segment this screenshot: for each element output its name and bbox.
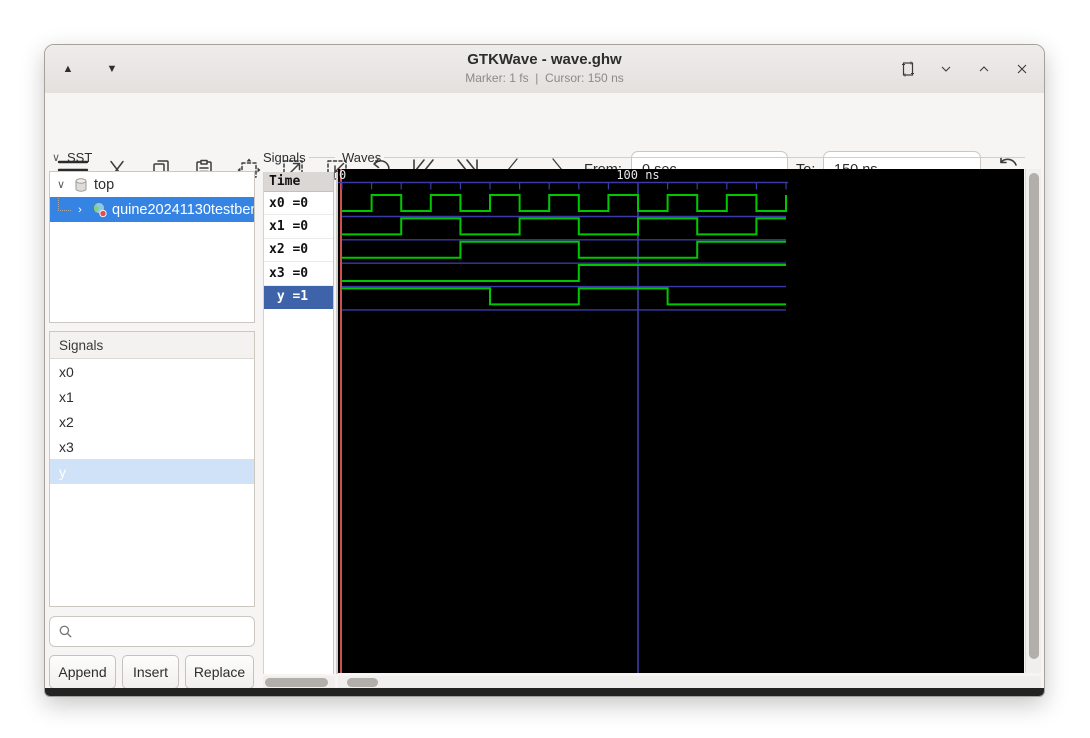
- insert-button[interactable]: Insert: [122, 655, 179, 689]
- time-header[interactable]: Time: [264, 172, 333, 192]
- values-panel-legend: Signals: [263, 150, 335, 165]
- signal-value-row[interactable]: y =1: [264, 285, 333, 309]
- marker-cursor-status: Marker: 1 fs | Cursor: 150 ns: [465, 71, 624, 85]
- sst-section-header[interactable]: ∨ SST: [49, 150, 92, 165]
- signal-value-row[interactable]: x3 =0: [264, 262, 333, 286]
- signals-list-header[interactable]: Signals: [50, 332, 254, 359]
- scrollbar-thumb[interactable]: [1029, 173, 1039, 659]
- database-icon: [75, 177, 87, 192]
- gtkwave-window: ▲ ▼ GTKWave - wave.ghw Marker: 1 fs | Cu…: [44, 44, 1045, 697]
- signal-value-row[interactable]: x0 =0: [264, 192, 333, 216]
- toolbar: From: To:: [45, 93, 1044, 189]
- window-bottom-edge: [45, 688, 1044, 696]
- tree-guide: [58, 198, 71, 211]
- waves-hscroll-track[interactable]: [338, 676, 1041, 688]
- search-input[interactable]: [79, 623, 254, 640]
- scrollbar-thumb[interactable]: [347, 677, 378, 687]
- replace-button[interactable]: Replace: [185, 655, 254, 689]
- window-title: GTKWave - wave.ghw: [467, 51, 622, 68]
- signal-search-box[interactable]: [49, 616, 255, 647]
- close-icon[interactable]: [1010, 57, 1034, 81]
- svg-text:0: 0: [339, 169, 346, 182]
- scroll-up-icon[interactable]: ▲: [57, 58, 79, 80]
- expander-right-icon[interactable]: ›: [73, 204, 87, 216]
- scrollbar-thumb[interactable]: [265, 677, 328, 687]
- wave-display[interactable]: 0 100 ns: [338, 168, 1024, 673]
- shade-up-icon[interactable]: [972, 57, 996, 81]
- tree-item-testbench[interactable]: › quine20241130testbench: [50, 197, 254, 222]
- signal-list-item-x2[interactable]: x2: [50, 409, 254, 434]
- waves-panel-legend: Waves: [342, 150, 1025, 165]
- module-icon: [93, 202, 107, 218]
- signal-list-item-x3[interactable]: x3: [50, 434, 254, 459]
- tree-item-label: top: [94, 176, 115, 193]
- tree-item-label: quine20241130testbench: [112, 201, 254, 218]
- svg-text:100 ns: 100 ns: [616, 169, 659, 182]
- scroll-down-icon[interactable]: ▼: [101, 58, 123, 80]
- signal-value-row[interactable]: x2 =0: [264, 239, 333, 263]
- sst-tree: ∨ top › quine20241130testbench: [49, 171, 255, 323]
- titlebar: ▲ ▼ GTKWave - wave.ghw Marker: 1 fs | Cu…: [45, 45, 1044, 94]
- tree-item-top[interactable]: ∨ top: [50, 172, 254, 197]
- signal-list-item-x0[interactable]: x0: [50, 359, 254, 384]
- sst-label: SST: [67, 150, 93, 165]
- shade-down-icon[interactable]: [934, 57, 958, 81]
- search-icon: [59, 625, 72, 638]
- waves-label: Waves: [342, 150, 382, 165]
- values-panel-label: Signals: [263, 150, 306, 165]
- signal-value-row[interactable]: x1 =0: [264, 215, 333, 239]
- waves-vertical-scrollbar[interactable]: [1025, 169, 1041, 673]
- signals-list-panel: Signals x0 x1 x2 x3 y: [49, 331, 255, 607]
- expander-down-icon[interactable]: ∨: [54, 178, 68, 191]
- signal-list-item-y[interactable]: y: [50, 459, 254, 484]
- values-panel: Time x0 =0 x1 =0 x2 =0 x3 =0 y =1: [263, 172, 334, 674]
- sst-expander-icon[interactable]: ∨: [49, 151, 63, 164]
- values-hscroll-track[interactable]: [263, 676, 335, 688]
- append-button[interactable]: Append: [49, 655, 116, 689]
- signal-list-item-x1[interactable]: x1: [50, 384, 254, 409]
- fullscreen-icon[interactable]: [896, 57, 920, 81]
